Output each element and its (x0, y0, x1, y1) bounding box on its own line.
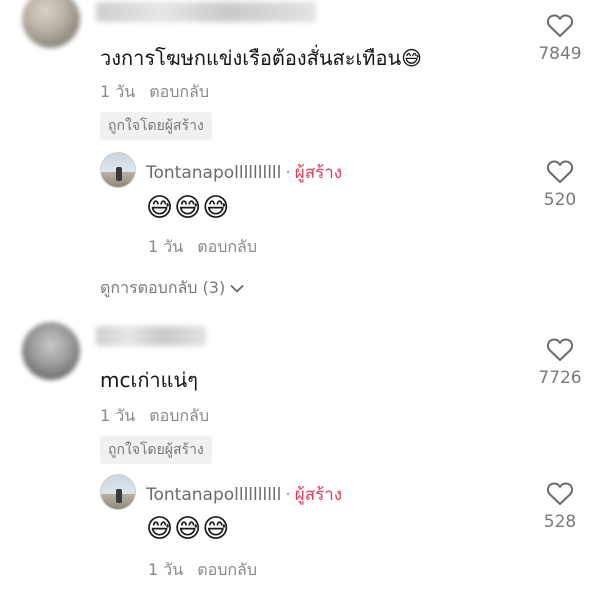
avatar[interactable] (22, 322, 80, 380)
separator-dot: · (285, 485, 291, 505)
comment-time: 1 วัน (100, 406, 136, 425)
reply-like-button[interactable]: 520 (530, 158, 590, 210)
reply-time: 1 วัน (148, 237, 184, 256)
reply-username[interactable]: Tontanapollllllllll (146, 485, 281, 505)
view-replies-label: ดูการตอบกลับ (3) (100, 278, 226, 297)
reply-meta: 1 วัน ตอบกลับ (148, 235, 257, 260)
reply-author: Tontanapollllllllll · ผู้สร้าง (146, 159, 342, 186)
avatar[interactable] (22, 0, 80, 48)
reply-reply-button[interactable]: ตอบกลับ (197, 237, 257, 256)
reply-button[interactable]: ตอบกลับ (149, 82, 209, 101)
comment-item: วงการโฆษกแข่งเรือต้องสั่นสะเทือน😅 1 วันต… (0, 0, 600, 300)
username-blurred[interactable] (96, 2, 316, 22)
heart-outline-icon[interactable] (546, 158, 574, 184)
comment-meta: 1 วัน ตอบกลับ (100, 80, 209, 105)
separator-dot: · (285, 163, 291, 183)
reply-button[interactable]: ตอบกลับ (149, 406, 209, 425)
like-button[interactable]: 7726 (530, 336, 590, 388)
avatar-figure (116, 489, 122, 503)
comment-text: mcเก่าแน่ๆ (100, 368, 198, 392)
heart-outline-icon[interactable] (546, 12, 574, 38)
reply-text: 😅😅😅 (146, 193, 231, 223)
reply-reply-button[interactable]: ตอบกลับ (197, 560, 257, 579)
liked-by-creator-badge: ถูกใจโดยผู้สร้าง (100, 436, 212, 464)
reply-avatar[interactable] (100, 474, 136, 510)
like-count: 7849 (538, 44, 582, 64)
reply-author: Tontanapollllllllll · ผู้สร้าง (146, 481, 342, 508)
avatar-figure (116, 167, 122, 181)
comment-text: วงการโฆษกแข่งเรือต้องสั่นสะเทือน😅 (100, 46, 423, 70)
chevron-down-icon (230, 284, 244, 292)
reply-avatar[interactable] (100, 152, 136, 188)
heart-outline-icon[interactable] (546, 336, 574, 362)
reply-like-button[interactable]: 528 (530, 480, 590, 532)
creator-tag: ผู้สร้าง (294, 163, 343, 183)
comment-meta: 1 วัน ตอบกลับ (100, 404, 209, 429)
view-replies-button[interactable]: ดูการตอบกลับ (3) (100, 276, 244, 301)
reply-like-count: 528 (543, 512, 577, 532)
liked-by-creator-badge: ถูกใจโดยผู้สร้าง (100, 112, 212, 140)
reply-text: 😅😅😅 (146, 514, 231, 544)
username-blurred[interactable] (96, 326, 206, 346)
reply-time: 1 วัน (148, 560, 184, 579)
like-button[interactable]: 7849 (530, 12, 590, 64)
reply-like-count: 520 (543, 190, 577, 210)
heart-outline-icon[interactable] (546, 480, 574, 506)
creator-tag: ผู้สร้าง (294, 485, 343, 505)
comment-time: 1 วัน (100, 82, 136, 101)
reply-meta: 1 วัน ตอบกลับ (148, 558, 257, 583)
like-count: 7726 (538, 368, 582, 388)
comment-item: mcเก่าแน่ๆ 1 วัน ตอบกลับ ถูกใจโดยผู้สร้าง… (0, 318, 600, 591)
reply-username[interactable]: Tontanapollllllllll (146, 163, 281, 183)
